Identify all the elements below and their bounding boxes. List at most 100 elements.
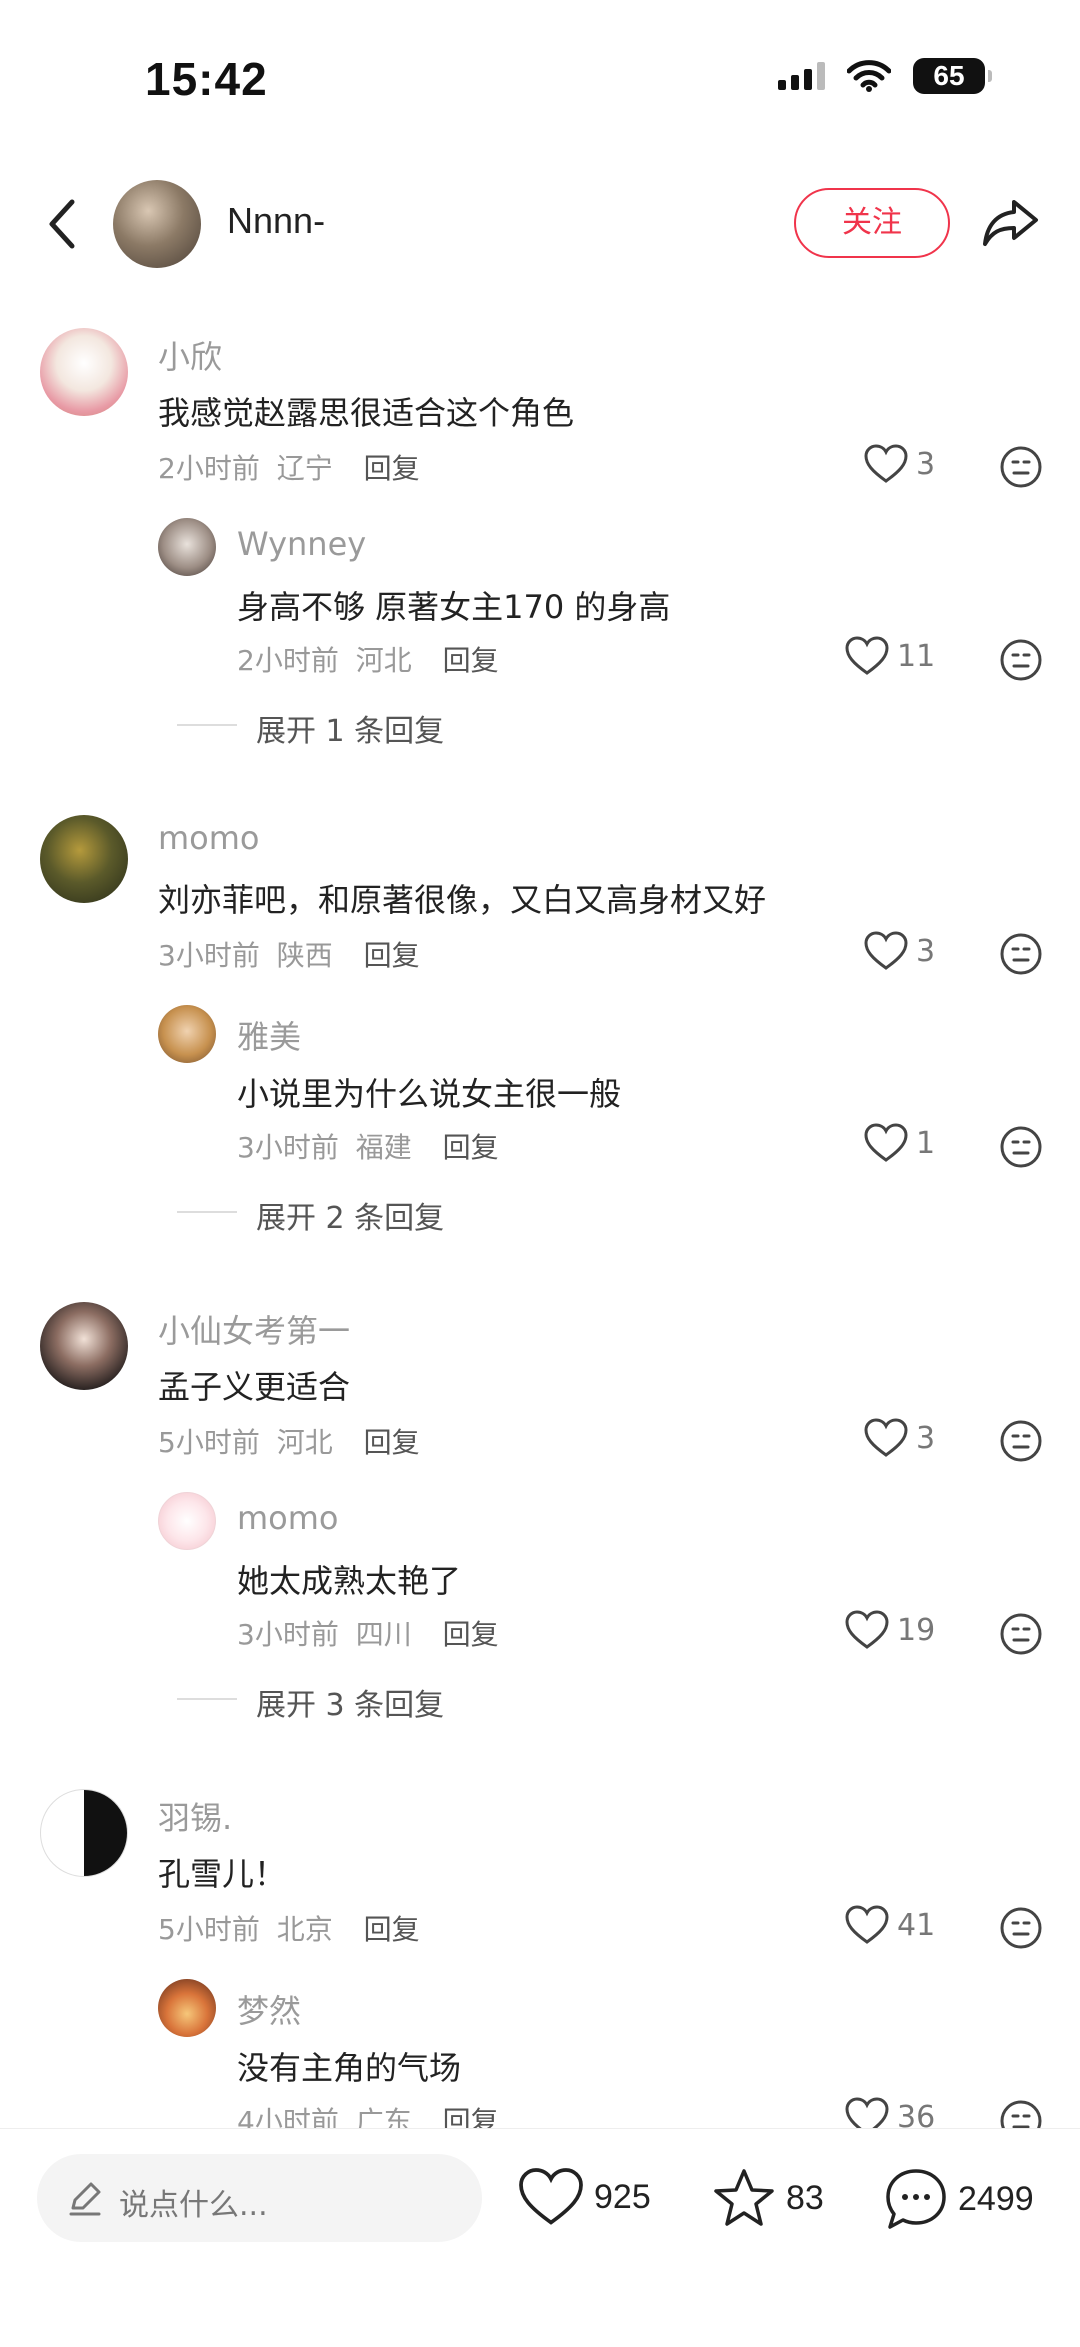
commenter-name[interactable]: 小欣 <box>158 332 222 378</box>
reply-text[interactable]: 她太成熟太艳了 <box>237 1556 461 1602</box>
emoji-icon[interactable] <box>999 638 1043 682</box>
comment-text[interactable]: 孔雪儿！ <box>158 1849 286 1895</box>
reply-meta: 3小时前 四川 回复 <box>237 1613 499 1653</box>
like-count: 11 <box>897 638 936 674</box>
reply-avatar[interactable] <box>158 518 216 576</box>
reply-button[interactable]: 回复 <box>443 1618 499 1651</box>
reply-button[interactable]: 回复 <box>364 1913 420 1946</box>
reply-meta: 2小时前 河北 回复 <box>237 639 499 679</box>
reply-button[interactable]: 回复 <box>364 939 420 972</box>
reply-avatar[interactable] <box>158 1492 216 1550</box>
expand-replies-button[interactable]: 展开 1 条回复 <box>256 706 444 750</box>
comment-time: 5小时前 <box>158 1913 260 1946</box>
like-button[interactable]: 3 <box>864 444 935 484</box>
comment-text[interactable]: 刘亦菲吧，和原著很像，又白又高身材又好 <box>158 875 766 921</box>
comment-post-button[interactable]: 2499 <box>884 2167 1034 2231</box>
like-button[interactable]: 1 <box>864 1123 935 1163</box>
comment-input[interactable]: 说点什么... <box>37 2154 482 2242</box>
expand-replies-button[interactable]: 展开 3 条回复 <box>256 1680 444 1724</box>
reply-text[interactable]: 身高不够 原著女主170 的身高 <box>237 582 670 628</box>
like-post-button[interactable]: 925 <box>518 2167 651 2227</box>
comment-meta: 3小时前 陕西 回复 <box>158 934 420 974</box>
post-like-count: 925 <box>594 2177 651 2216</box>
cellular-signal-icon <box>778 62 825 90</box>
status-time: 15:42 <box>145 53 268 105</box>
like-button[interactable]: 11 <box>845 636 935 676</box>
like-count: 1 <box>916 1125 936 1161</box>
author-name[interactable]: Nnnn- <box>227 200 325 242</box>
like-button[interactable]: 3 <box>864 931 935 971</box>
emoji-icon[interactable] <box>999 1612 1043 1656</box>
favorite-post-button[interactable]: 83 <box>712 2167 824 2229</box>
heart-icon <box>864 1418 908 1457</box>
like-button[interactable]: 41 <box>845 1905 935 1945</box>
comment-location: 河北 <box>276 1426 333 1459</box>
reply-name[interactable]: 梦然 <box>237 1986 301 2032</box>
reply-button[interactable]: 回复 <box>443 1131 499 1164</box>
commenter-name[interactable]: momo <box>158 819 260 857</box>
heart-icon <box>845 1905 889 1944</box>
like-count: 3 <box>916 446 936 482</box>
emoji-icon[interactable] <box>999 932 1043 976</box>
comment-location: 北京 <box>276 1913 333 1946</box>
comment-text[interactable]: 我感觉赵露思很适合这个角色 <box>158 388 574 434</box>
bottom-action-bar: 说点什么... 925 83 2499 <box>0 2128 1080 2347</box>
reply-avatar[interactable] <box>158 1005 216 1063</box>
expand-divider <box>177 1211 237 1213</box>
emoji-icon[interactable] <box>999 1906 1043 1950</box>
reply-location: 河北 <box>355 644 412 677</box>
comment-input-placeholder: 说点什么... <box>119 2188 268 2223</box>
like-count: 3 <box>916 1420 936 1456</box>
comment-bubble-icon <box>886 2169 946 2229</box>
share-icon[interactable] <box>980 192 1042 252</box>
reply-location: 四川 <box>355 1618 412 1651</box>
like-button[interactable]: 3 <box>864 1418 935 1458</box>
comment-text[interactable]: 孟子义更适合 <box>158 1362 350 1408</box>
commenter-name[interactable]: 小仙女考第一 <box>158 1306 350 1352</box>
heart-icon <box>845 636 889 675</box>
commenter-avatar[interactable] <box>40 1789 128 1877</box>
reply-avatar[interactable] <box>158 1979 216 2037</box>
emoji-icon[interactable] <box>999 1125 1043 1169</box>
heart-icon <box>519 2168 583 2225</box>
reply-name[interactable]: momo <box>237 1499 339 1537</box>
reply-text[interactable]: 小说里为什么说女主很一般 <box>237 1069 621 1115</box>
comment-meta: 5小时前 北京 回复 <box>158 1908 420 1948</box>
like-button[interactable]: 19 <box>845 1610 935 1650</box>
post-comment-count: 2499 <box>958 2179 1034 2218</box>
like-count: 3 <box>916 933 936 969</box>
comment-location: 辽宁 <box>276 452 333 485</box>
follow-button[interactable]: 关注 <box>794 188 950 258</box>
reply-time: 3小时前 <box>237 1131 339 1164</box>
expand-divider <box>177 1698 237 1700</box>
heart-icon <box>864 1123 908 1162</box>
reply-name[interactable]: Wynney <box>237 525 366 563</box>
comment-time: 5小时前 <box>158 1426 260 1459</box>
back-icon[interactable] <box>40 194 88 254</box>
commenter-avatar[interactable] <box>40 1302 128 1390</box>
comment-meta: 2小时前 辽宁 回复 <box>158 447 420 487</box>
author-avatar[interactable] <box>113 180 201 268</box>
commenter-name[interactable]: 羽锡. <box>158 1793 232 1839</box>
emoji-icon[interactable] <box>999 445 1043 489</box>
reply-button[interactable]: 回复 <box>364 1426 420 1459</box>
commenter-avatar[interactable] <box>40 815 128 903</box>
commenter-avatar[interactable] <box>40 328 128 416</box>
reply-time: 3小时前 <box>237 1618 339 1651</box>
heart-icon <box>864 931 908 970</box>
expand-divider <box>177 724 237 726</box>
post-header: Nnnn- 关注 <box>0 170 1080 275</box>
expand-replies-button[interactable]: 展开 2 条回复 <box>256 1193 444 1237</box>
reply-button[interactable]: 回复 <box>364 452 420 485</box>
like-count: 41 <box>897 1907 936 1943</box>
comment-meta: 5小时前 河北 回复 <box>158 1421 420 1461</box>
emoji-icon[interactable] <box>999 1419 1043 1463</box>
reply-button[interactable]: 回复 <box>443 644 499 677</box>
reply-name[interactable]: 雅美 <box>237 1012 301 1058</box>
heart-icon <box>845 1610 889 1649</box>
pencil-icon <box>69 2182 101 2216</box>
comment-time: 3小时前 <box>158 939 260 972</box>
reply-text[interactable]: 没有主角的气场 <box>237 2043 461 2089</box>
reply-meta: 3小时前 福建 回复 <box>237 1126 499 1166</box>
wifi-icon <box>847 60 891 92</box>
